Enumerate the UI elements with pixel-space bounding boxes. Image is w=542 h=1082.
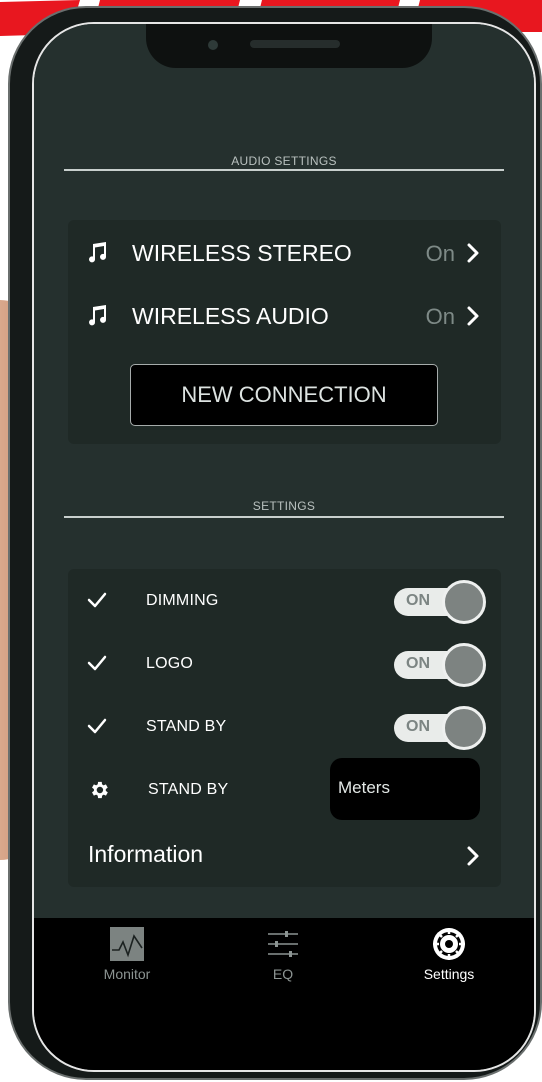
- toggle-state-text: ON: [406, 655, 430, 672]
- settings-card: DIMMING ON LOGO ON STAND BY ON STAND BY …: [68, 569, 501, 887]
- toggle-knob: [442, 580, 486, 624]
- tab-settings-label: Settings: [423, 966, 475, 982]
- equalizer-sliders-icon: [268, 931, 298, 957]
- tab-settings[interactable]: Settings: [394, 918, 504, 1008]
- tab-eq[interactable]: EQ: [228, 918, 338, 1008]
- tab-eq-label: EQ: [272, 966, 294, 982]
- wireless-audio-state: On: [425, 304, 455, 329]
- audio-settings-card: WIRELESS STEREO On WIRELESS AUDIO On NEW…: [68, 220, 501, 444]
- check-icon: [87, 718, 107, 734]
- information-row[interactable]: Information: [68, 835, 501, 879]
- stand-by-unit-row: STAND BY Meters: [68, 758, 501, 820]
- phone-frame: AUDIO SETTINGS WIRELESS STEREO On WIRELE…: [8, 6, 542, 1080]
- toggle-knob: [442, 643, 486, 687]
- dimming-toggle[interactable]: ON: [394, 580, 488, 624]
- phone-screen: AUDIO SETTINGS WIRELESS STEREO On WIRELE…: [32, 22, 536, 1072]
- app-screen: AUDIO SETTINGS WIRELESS STEREO On WIRELE…: [34, 24, 534, 918]
- new-connection-button[interactable]: NEW CONNECTION: [130, 364, 438, 426]
- wireless-audio-row[interactable]: WIRELESS AUDIO On: [68, 295, 501, 335]
- information-label: Information: [88, 841, 204, 867]
- dimming-label: DIMMING: [146, 592, 219, 609]
- settings-gear-icon: [433, 928, 465, 960]
- stand-by-row: STAND BY ON: [68, 702, 501, 752]
- gear-icon: [92, 781, 108, 799]
- check-icon: [87, 655, 107, 671]
- wireless-stereo-state: On: [425, 241, 455, 266]
- logo-toggle[interactable]: ON: [394, 643, 488, 687]
- chevron-right-icon: [467, 846, 479, 866]
- music-note-icon: [89, 242, 107, 263]
- logo-row: LOGO ON: [68, 639, 501, 689]
- check-icon: [87, 592, 107, 608]
- tab-monitor-label: Monitor: [103, 966, 151, 982]
- meters-select[interactable]: Meters: [330, 758, 480, 820]
- wireless-stereo-row[interactable]: WIRELESS STEREO On: [68, 232, 501, 272]
- settings-title: SETTINGS: [252, 499, 316, 513]
- chevron-right-icon: [467, 306, 479, 326]
- logo-label: LOGO: [146, 655, 194, 672]
- chevron-right-icon: [467, 243, 479, 263]
- audio-settings-divider: [64, 169, 504, 171]
- wireless-audio-label: WIRELESS AUDIO: [132, 303, 329, 329]
- toggle-state-text: ON: [406, 718, 430, 735]
- earpiece-speaker: [250, 40, 340, 48]
- stand-by-toggle[interactable]: ON: [394, 706, 488, 750]
- settings-divider: [64, 516, 504, 518]
- front-camera: [208, 40, 218, 50]
- toggle-knob: [442, 706, 486, 750]
- phone-notch: [146, 24, 432, 68]
- tab-monitor[interactable]: Monitor: [72, 918, 182, 1008]
- music-note-icon: [89, 305, 107, 326]
- stand-by-unit-label: STAND BY: [148, 781, 229, 798]
- monitor-chart-icon: [110, 927, 144, 961]
- audio-settings-title: AUDIO SETTINGS: [231, 154, 337, 168]
- bottom-tab-bar: Monitor EQ Settings: [34, 918, 534, 1070]
- stand-by-label: STAND BY: [146, 718, 227, 735]
- toggle-state-text: ON: [406, 592, 430, 609]
- dimming-row: DIMMING ON: [68, 576, 501, 626]
- wireless-stereo-label: WIRELESS STEREO: [132, 240, 352, 266]
